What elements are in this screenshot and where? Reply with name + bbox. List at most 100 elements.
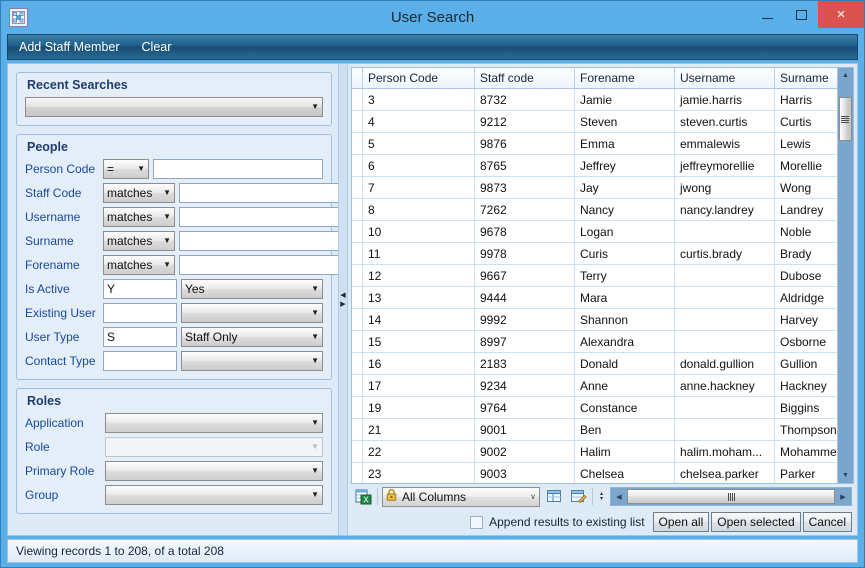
staff-code-operator-combo[interactable]: matches ▼ xyxy=(103,183,175,203)
recent-searches-combo[interactable]: ▼ xyxy=(25,97,323,117)
horizontal-scroll-thumb[interactable] xyxy=(627,489,835,504)
table-cell-surname[interactable]: Thompson xyxy=(774,418,837,441)
row-selector-cell[interactable] xyxy=(352,462,363,483)
table-cell-surname[interactable]: Curtis xyxy=(774,110,837,133)
table-cell-surname[interactable]: Wong xyxy=(774,176,837,199)
person-code-input[interactable] xyxy=(153,159,323,179)
table-cell-surname[interactable]: Morellie xyxy=(774,154,837,177)
table-row[interactable]: 13 9444 Mara Aldridge xyxy=(352,286,837,309)
column-filter-combo[interactable]: All Columns ∨ xyxy=(382,486,540,507)
table-row[interactable]: 10 9678 Logan Noble xyxy=(352,220,837,243)
table-cell-username[interactable] xyxy=(674,286,775,309)
table-cell-username[interactable]: steven.curtis xyxy=(674,110,775,133)
table-cell-person-code[interactable]: 7 xyxy=(362,176,475,199)
table-cell-forename[interactable]: Curis xyxy=(574,242,675,265)
existing-user-combo[interactable]: ▼ xyxy=(181,303,323,323)
scroll-left-button[interactable]: ◀ xyxy=(611,488,627,505)
table-cell-surname[interactable]: Biggins xyxy=(774,396,837,419)
table-cell-person-code[interactable]: 19 xyxy=(362,396,475,419)
table-cell-surname[interactable]: Noble xyxy=(774,220,837,243)
row-selector-cell[interactable] xyxy=(352,110,363,133)
grid-layout-icon[interactable] xyxy=(544,487,564,506)
table-cell-surname[interactable]: Landrey xyxy=(774,198,837,221)
table-cell-surname[interactable]: Hackney xyxy=(774,374,837,397)
table-cell-person-code[interactable]: 14 xyxy=(362,308,475,331)
table-cell-username[interactable]: halim.moham... xyxy=(674,440,775,463)
table-cell-forename[interactable]: Logan xyxy=(574,220,675,243)
table-cell-forename[interactable]: Anne xyxy=(574,374,675,397)
open-all-button[interactable]: Open all xyxy=(652,512,710,532)
contact-type-combo[interactable]: ▼ xyxy=(181,351,323,371)
is-active-code-input[interactable] xyxy=(103,279,177,299)
table-row[interactable]: 5 9876 Emma emmalewis Lewis xyxy=(352,132,837,155)
vertical-scroll-track[interactable] xyxy=(837,83,853,468)
table-cell-staff-code[interactable]: 8765 xyxy=(474,154,575,177)
table-cell-surname[interactable]: Aldridge xyxy=(774,286,837,309)
maximize-button[interactable] xyxy=(784,1,818,28)
table-cell-staff-code[interactable]: 9764 xyxy=(474,396,575,419)
spinner-down-icon[interactable]: ▾ xyxy=(597,496,606,502)
table-cell-person-code[interactable]: 8 xyxy=(362,198,475,221)
row-selector-cell[interactable] xyxy=(352,264,363,287)
table-cell-staff-code[interactable]: 9002 xyxy=(474,440,575,463)
table-cell-staff-code[interactable]: 9873 xyxy=(474,176,575,199)
table-cell-username[interactable]: curtis.brady xyxy=(674,242,775,265)
row-selector-cell[interactable] xyxy=(352,220,363,243)
table-cell-forename[interactable]: Ben xyxy=(574,418,675,441)
username-operator-combo[interactable]: matches ▼ xyxy=(103,207,175,227)
forename-operator-combo[interactable]: matches ▼ xyxy=(103,255,175,275)
table-cell-person-code[interactable]: 16 xyxy=(362,352,475,375)
table-row[interactable]: 3 8732 Jamie jamie.harris Harris xyxy=(352,88,837,111)
table-cell-person-code[interactable]: 10 xyxy=(362,220,475,243)
open-selected-button[interactable]: Open selected xyxy=(711,512,801,532)
table-row[interactable]: 23 9003 Chelsea chelsea.parker Parker xyxy=(352,462,837,483)
surname-input[interactable] xyxy=(179,231,338,251)
menu-clear[interactable]: Clear xyxy=(131,35,183,59)
column-header-staff-code[interactable]: Staff code xyxy=(474,68,575,89)
forename-input[interactable] xyxy=(179,255,338,275)
scroll-down-button[interactable]: ▼ xyxy=(837,468,853,483)
vertical-scroll-thumb[interactable] xyxy=(838,97,852,141)
row-selector-cell[interactable] xyxy=(352,374,363,397)
table-cell-staff-code[interactable]: 2183 xyxy=(474,352,575,375)
table-row[interactable]: 229002Halimhalim.moham...Mohammed xyxy=(352,440,837,463)
row-selector-cell[interactable] xyxy=(352,286,363,309)
table-cell-staff-code[interactable]: 9001 xyxy=(474,418,575,441)
horizontal-scroll-track[interactable] xyxy=(627,488,835,505)
table-cell-surname[interactable]: Dubose xyxy=(774,264,837,287)
table-row[interactable]: 19 9764 Constance Biggins xyxy=(352,396,837,419)
cancel-button[interactable]: Cancel xyxy=(802,512,852,532)
table-cell-username[interactable]: emmalewis xyxy=(674,132,775,155)
table-cell-person-code[interactable]: 23 xyxy=(362,462,475,483)
table-cell-username[interactable]: jwong xyxy=(674,176,775,199)
table-cell-forename[interactable]: Steven xyxy=(574,110,675,133)
table-cell-username[interactable] xyxy=(674,396,775,419)
horizontal-scrollbar[interactable]: ◀ ▶ xyxy=(610,487,852,506)
table-cell-staff-code[interactable]: 7262 xyxy=(474,198,575,221)
table-row[interactable]: 21 9001 Ben Thompson xyxy=(352,418,837,441)
table-cell-person-code[interactable]: 4 xyxy=(362,110,475,133)
column-header-surname[interactable]: Surname xyxy=(774,68,837,89)
table-cell-person-code[interactable]: 3 xyxy=(362,88,475,111)
table-cell-staff-code[interactable]: 9978 xyxy=(474,242,575,265)
primary-role-combo[interactable]: ▼ xyxy=(105,461,323,481)
table-cell-person-code[interactable]: 6 xyxy=(362,154,475,177)
expand-right-icon[interactable]: ▶ xyxy=(340,300,345,309)
user-type-code-input[interactable] xyxy=(103,327,177,347)
column-header-person-code[interactable]: Person Code xyxy=(362,68,475,89)
table-cell-person-code[interactable]: 5 xyxy=(362,132,475,155)
pane-splitter[interactable]: ◀ ▶ xyxy=(338,64,348,535)
group-combo[interactable]: ▼ xyxy=(105,485,323,505)
surname-operator-combo[interactable]: matches ▼ xyxy=(103,231,175,251)
table-cell-staff-code[interactable]: 9234 xyxy=(474,374,575,397)
table-cell-person-code[interactable]: 17 xyxy=(362,374,475,397)
row-height-spinner[interactable]: ▴ ▾ xyxy=(597,491,606,502)
table-cell-surname[interactable]: Harvey xyxy=(774,308,837,331)
row-selector-cell[interactable] xyxy=(352,242,363,265)
table-cell-forename[interactable]: Shannon xyxy=(574,308,675,331)
table-cell-person-code[interactable]: 15 xyxy=(362,330,475,353)
table-cell-surname[interactable]: Osborne xyxy=(774,330,837,353)
table-cell-username[interactable]: anne.hackney xyxy=(674,374,775,397)
table-cell-staff-code[interactable]: 8997 xyxy=(474,330,575,353)
contact-type-code-input[interactable] xyxy=(103,351,177,371)
